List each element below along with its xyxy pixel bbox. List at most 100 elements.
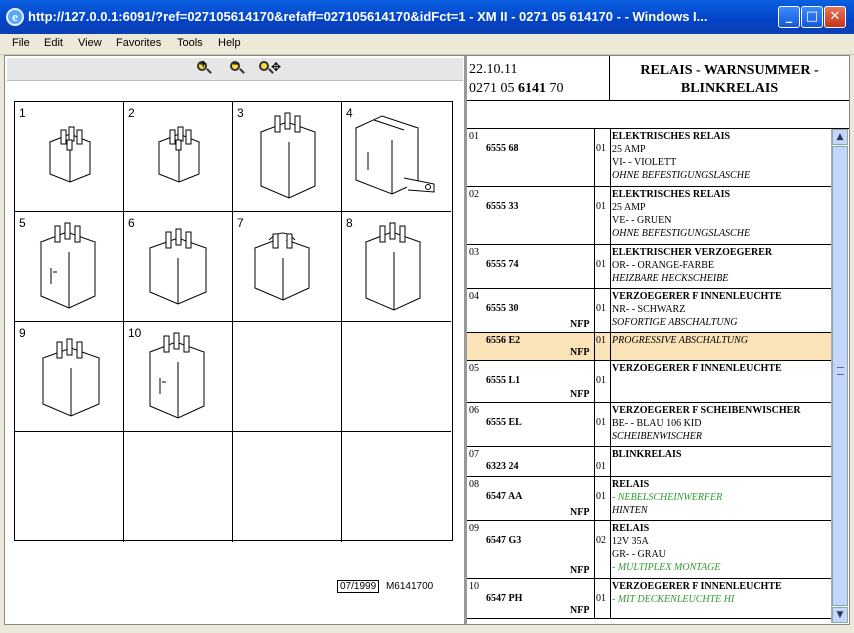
diagram-cell-9[interactable]: 9	[15, 322, 124, 432]
vertical-scrollbar[interactable]: ▲ ▼	[831, 129, 848, 623]
row-index: 01	[469, 131, 479, 142]
part-number[interactable]: 6323 24	[486, 461, 519, 472]
relay-small-icon	[48, 126, 92, 183]
part-title: VERZOEGERER F INNENLEUCHTE	[612, 291, 782, 302]
part-description: VERZOEGERER F INNENLEUCHTE	[612, 362, 830, 375]
diagram-cell-empty	[15, 432, 124, 542]
part-number[interactable]: 6547 G3	[486, 535, 521, 546]
menu-edit[interactable]: Edit	[44, 37, 63, 49]
menu-help[interactable]: Help	[218, 37, 241, 49]
part-title: RELAIS	[612, 479, 650, 490]
diagram-cell-8[interactable]: 8	[342, 212, 451, 322]
part-description: BLINKRELAIS	[612, 448, 830, 461]
row-index: 06	[469, 405, 479, 416]
close-button[interactable]: ✕	[824, 6, 846, 28]
parts-header: 22.10.11 0271 05 6141 70 RELAIS - WARNSU…	[467, 56, 849, 101]
part-description: PROGRESSIVE ABSCHALTUNG	[612, 334, 830, 347]
part-number[interactable]: 6555 68	[486, 143, 519, 154]
maximize-button[interactable]: □	[801, 6, 823, 28]
title-bar: e http://127.0.0.1:6091/?ref=02710561417…	[0, 0, 854, 34]
scroll-down-button[interactable]: ▼	[832, 607, 848, 623]
quantity: 01	[596, 461, 606, 472]
description-line: VI- - VIOLETT	[612, 157, 677, 168]
quantity: 01	[596, 375, 606, 386]
part-number[interactable]: 6555 EL	[486, 417, 522, 428]
zoom-out-icon[interactable]: −	[229, 59, 247, 78]
diagram-cell-empty	[233, 432, 342, 542]
part-number[interactable]: 6555 33	[486, 201, 519, 212]
menu-tools[interactable]: Tools	[177, 37, 203, 49]
relay-bracket-icon	[354, 115, 435, 195]
description-line: PROGRESSIVE ABSCHALTUNG	[612, 335, 748, 346]
diagram-cell-4[interactable]: 4	[342, 102, 451, 212]
relay-tall-icon	[148, 332, 206, 419]
part-description: RELAIS - NEBELSCHEINWERFER HINTEN	[612, 478, 830, 517]
parts-row[interactable]: 06 6555 EL 01 VERZOEGERER F SCHEIBENWISCHER…	[467, 403, 831, 447]
nfp-flag: NFP	[570, 565, 590, 576]
part-number[interactable]: 6547 AA	[486, 491, 522, 502]
parts-row[interactable]: 08 6547 AA NFP 01 RELAIS - NEBELSCHEINWERFER H…	[467, 477, 831, 521]
part-number[interactable]: 6547 PH	[486, 593, 522, 604]
diagram-cell-7[interactable]: 7	[233, 212, 342, 322]
diagram-cell-3[interactable]: 3	[233, 102, 342, 212]
diagram-cell-5[interactable]: 5	[15, 212, 124, 322]
description-line: GR- - GRAU	[612, 549, 666, 560]
description-line: SCHEIBENWISCHER	[612, 431, 702, 442]
row-index: 02	[469, 189, 479, 200]
diagram-cell-6[interactable]: 6	[124, 212, 233, 322]
nfp-flag: NFP	[570, 389, 590, 400]
header-spacer	[467, 101, 849, 129]
parts-row[interactable]: 01 6555 68 01 ELEKTRISCHES RELAIS 25 AMP VI- …	[467, 129, 831, 187]
description-line: SOFORTIGE ABSCHALTUNG	[612, 317, 738, 328]
diagram-cell-1[interactable]: 1	[15, 102, 124, 212]
row-index: 03	[469, 247, 479, 258]
quantity: 01	[596, 259, 606, 270]
description-line: HINTEN	[612, 505, 648, 516]
description-line: OHNE BEFESTIGUNGSLASCHE	[612, 228, 751, 239]
header-title: RELAIS - WARNSUMMER - BLINKRELAIS	[640, 63, 819, 96]
parts-row[interactable]: 04 6555 30 NFP 01 VERZOEGERER F INNENLEUCHTE…	[467, 289, 831, 333]
zoom-pan-icon[interactable]: ✥	[258, 60, 281, 78]
quantity: 01	[596, 417, 606, 428]
description-line: 25 AMP	[612, 144, 646, 155]
description-line: 25 AMP	[612, 202, 646, 213]
parts-row[interactable]: 09 6547 G3 NFP 02 RELAIS 12V 35A GR- - GRAU - M…	[467, 521, 831, 579]
diagram-cell-empty	[342, 322, 451, 432]
parts-row[interactable]: 07 6323 24 01 BLINKRELAIS	[467, 447, 831, 477]
parts-row[interactable]: 10 6547 PH NFP 01 VERZOEGERER F INNENLEUCHTE…	[467, 579, 831, 619]
scroll-thumb[interactable]	[832, 146, 848, 606]
ie-logo-icon: e	[6, 8, 24, 26]
part-title: VERZOEGERER F INNENLEUCHTE	[612, 581, 782, 592]
menu-view[interactable]: View	[78, 37, 102, 49]
description-line: HEIZBARE HECKSCHEIBE	[612, 273, 729, 284]
menu-file[interactable]: File	[12, 37, 30, 49]
parts-row[interactable]: 03 6555 74 01 ELEKTRISCHER VERZOEGERER OR- -…	[467, 245, 831, 289]
part-number[interactable]: 6555 L1	[486, 375, 520, 386]
parts-row[interactable]: 02 6555 33 01 ELEKTRISCHES RELAIS 25 AMP VE- …	[467, 187, 831, 245]
relay-tall-icon	[364, 222, 422, 311]
header-date: 22.10.11	[469, 62, 518, 77]
parts-list-pane: 22.10.11 0271 05 6141 70 RELAIS - WARNSU…	[467, 56, 849, 624]
quantity: 01	[596, 593, 606, 604]
drawing-date: 07/1999	[337, 580, 380, 593]
part-number[interactable]: 6555 74	[486, 259, 519, 270]
part-number[interactable]: 6556 E2	[486, 335, 520, 346]
part-title: VERZOEGERER F INNENLEUCHTE	[612, 363, 782, 374]
description-line: BE- - BLAU 106 KID	[612, 418, 702, 429]
minimize-button[interactable]: _	[778, 6, 800, 28]
menu-favorites[interactable]: Favorites	[116, 37, 161, 49]
part-title: VERZOEGERER F SCHEIBENWISCHER	[612, 405, 801, 416]
zoom-in-icon[interactable]: +	[196, 59, 214, 78]
description-line: - MIT DECKENLEUCHTE HI	[612, 594, 735, 605]
row-index: 10	[469, 581, 479, 592]
part-number[interactable]: 6555 30	[486, 303, 519, 314]
scroll-up-button[interactable]: ▲	[832, 129, 848, 145]
diagram-cell-2[interactable]: 2	[124, 102, 233, 212]
parts-row[interactable]: 6556 E2 NFP 01 PROGRESSIVE ABSCHALTUNG	[467, 333, 831, 361]
part-title: ELEKTRISCHES RELAIS	[612, 189, 731, 200]
parts-row[interactable]: 05 6555 L1 NFP 01 VERZOEGERER F INNENLEUCHTE	[467, 361, 831, 403]
diagram-cell-10[interactable]: 10	[124, 322, 233, 432]
menu-bar: File Edit View Favorites Tools Help	[0, 34, 854, 55]
drawing-number: M6141700	[385, 581, 434, 592]
part-description: ELEKTRISCHER VERZOEGERER OR- - ORANGE-FAR…	[612, 246, 830, 285]
